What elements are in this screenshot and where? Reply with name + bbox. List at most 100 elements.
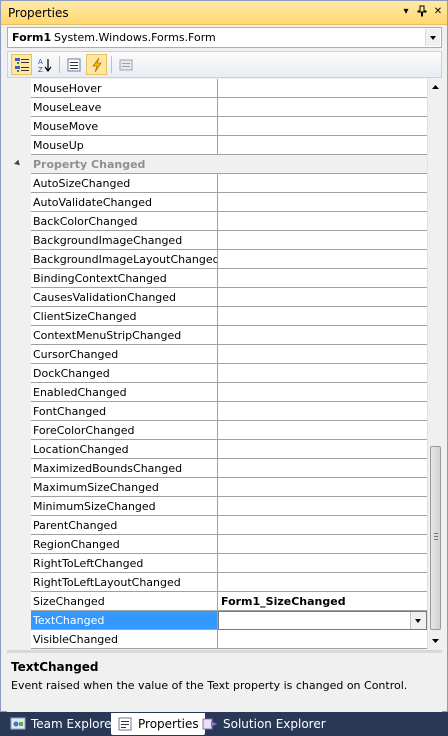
property-row[interactable]: MaximumSizeChanged xyxy=(7,478,427,497)
property-row[interactable]: CursorChanged xyxy=(7,345,427,364)
chevron-down-icon[interactable] xyxy=(425,29,440,46)
property-row[interactable]: VisibleChanged xyxy=(7,630,427,649)
property-row[interactable]: CausesValidationChanged xyxy=(7,288,427,307)
tab-properties[interactable]: Properties xyxy=(111,713,205,735)
row-margin xyxy=(7,478,31,497)
property-value[interactable] xyxy=(218,459,427,477)
property-value[interactable] xyxy=(218,307,427,325)
alphabetical-button[interactable]: A Z xyxy=(34,54,55,75)
object-selector[interactable]: Form1 System.Windows.Forms.Form xyxy=(7,27,442,48)
chevron-down-icon[interactable] xyxy=(410,612,426,629)
dropdown-menu-icon[interactable]: ▾ xyxy=(399,5,413,19)
toolbar-separator xyxy=(111,56,112,73)
scroll-up-icon[interactable] xyxy=(428,79,443,95)
property-value[interactable] xyxy=(218,554,427,572)
property-value[interactable] xyxy=(218,440,427,458)
object-type: System.Windows.Forms.Form xyxy=(54,31,216,44)
property-row[interactable]: MouseLeave xyxy=(7,98,427,117)
property-value[interactable] xyxy=(218,497,427,515)
category-row[interactable]: Property Changed xyxy=(7,155,427,174)
property-value[interactable] xyxy=(218,402,427,420)
property-row[interactable]: RightToLeftLayoutChanged xyxy=(7,573,427,592)
property-value[interactable] xyxy=(218,250,427,268)
property-value[interactable] xyxy=(218,383,427,401)
pin-icon[interactable] xyxy=(415,5,429,19)
property-name: AutoValidateChanged xyxy=(31,193,217,211)
property-value[interactable] xyxy=(218,79,427,97)
property-row[interactable]: MouseHover xyxy=(7,79,427,98)
description-splitter[interactable] xyxy=(7,650,442,653)
property-row[interactable]: BindingContextChanged xyxy=(7,269,427,288)
property-row[interactable]: ParentChanged xyxy=(7,516,427,535)
property-value[interactable] xyxy=(218,193,427,211)
property-value[interactable] xyxy=(218,364,427,382)
row-margin xyxy=(7,231,31,250)
tab-team-explorer[interactable]: Team Explorer xyxy=(4,713,123,735)
property-value[interactable] xyxy=(218,269,427,287)
property-name: BackgroundImageLayoutChanged xyxy=(31,250,217,268)
property-value[interactable] xyxy=(218,573,427,591)
property-value[interactable] xyxy=(218,326,427,344)
property-name: RegionChanged xyxy=(31,535,217,553)
property-value[interactable] xyxy=(218,136,427,154)
property-row[interactable]: RightToLeftChanged xyxy=(7,554,427,573)
title-bar[interactable]: Properties ▾ ✕ xyxy=(1,1,447,25)
property-name: MaximizedBoundsChanged xyxy=(31,459,217,477)
property-value[interactable] xyxy=(218,288,427,306)
property-value[interactable] xyxy=(218,231,427,249)
property-name: BackgroundImageChanged xyxy=(31,231,217,249)
property-value[interactable] xyxy=(218,630,427,648)
row-margin xyxy=(7,136,31,155)
property-value[interactable] xyxy=(218,516,427,534)
property-pages-button[interactable] xyxy=(115,54,136,75)
property-name: MouseLeave xyxy=(31,98,217,116)
tab-solution-explorer[interactable]: Solution Explorer xyxy=(196,713,332,735)
property-row[interactable]: MaximizedBoundsChanged xyxy=(7,459,427,478)
property-row[interactable]: RegionChanged xyxy=(7,535,427,554)
scroll-thumb[interactable] xyxy=(430,446,441,630)
property-row[interactable]: LocationChanged xyxy=(7,440,427,459)
bottom-tab-strip: Team Explorer Properties Solution Explor… xyxy=(0,712,448,736)
property-value[interactable] xyxy=(218,98,427,116)
property-row[interactable]: ClientSizeChanged xyxy=(7,307,427,326)
property-row[interactable]: FontChanged xyxy=(7,402,427,421)
property-row[interactable]: BackgroundImageChanged xyxy=(7,231,427,250)
property-row[interactable]: BackColorChanged xyxy=(7,212,427,231)
property-row[interactable]: MinimumSizeChanged xyxy=(7,497,427,516)
vertical-scrollbar[interactable] xyxy=(427,79,442,649)
row-margin xyxy=(7,250,31,269)
property-row[interactable]: BackgroundImageLayoutChanged xyxy=(7,250,427,269)
property-value[interactable] xyxy=(218,611,427,630)
property-row[interactable]: ForeColorChanged xyxy=(7,421,427,440)
categorized-button[interactable] xyxy=(11,54,32,75)
property-row[interactable]: AutoSizeChanged xyxy=(7,174,427,193)
description-title: TextChanged xyxy=(11,660,99,674)
properties-icon xyxy=(117,716,133,732)
property-row[interactable]: TextChanged xyxy=(7,611,427,630)
property-value[interactable] xyxy=(218,345,427,363)
properties-view-button[interactable] xyxy=(63,54,84,75)
property-value[interactable]: Form1_SizeChanged xyxy=(218,592,427,610)
property-row[interactable]: AutoValidateChanged xyxy=(7,193,427,212)
row-margin xyxy=(7,535,31,554)
property-value[interactable] xyxy=(218,478,427,496)
property-value[interactable] xyxy=(218,535,427,553)
svg-text:A: A xyxy=(38,58,43,66)
property-row[interactable]: ContextMenuStripChanged xyxy=(7,326,427,345)
property-row[interactable]: DockChanged xyxy=(7,364,427,383)
property-name: CursorChanged xyxy=(31,345,217,363)
property-pages-icon xyxy=(119,59,132,70)
property-name: RightToLeftChanged xyxy=(31,554,217,572)
close-icon[interactable]: ✕ xyxy=(431,5,445,19)
collapse-icon[interactable] xyxy=(14,159,22,168)
property-row[interactable]: MouseUp xyxy=(7,136,427,155)
property-value[interactable] xyxy=(218,174,427,192)
property-row[interactable]: MouseMove xyxy=(7,117,427,136)
property-value[interactable] xyxy=(218,117,427,135)
scroll-down-icon[interactable] xyxy=(428,633,443,649)
events-view-button[interactable] xyxy=(86,54,107,75)
property-row[interactable]: EnabledChanged xyxy=(7,383,427,402)
property-value[interactable] xyxy=(218,421,427,439)
property-row[interactable]: SizeChanged Form1_SizeChanged xyxy=(7,592,427,611)
property-value[interactable] xyxy=(218,212,427,230)
